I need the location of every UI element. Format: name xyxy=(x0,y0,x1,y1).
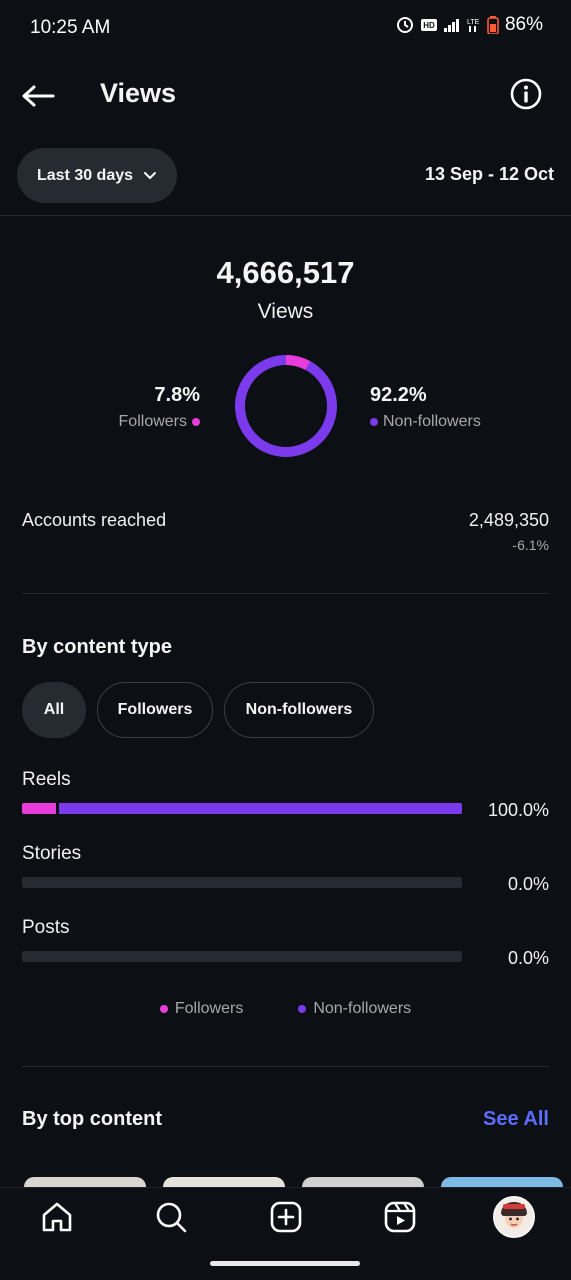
battery-percent: 86% xyxy=(504,14,543,35)
legend-non-followers-label: Non-followers xyxy=(313,1000,412,1017)
row-label-posts: Posts xyxy=(22,917,70,938)
hd-icon: HD xyxy=(420,19,437,31)
row-pct-stories: 0.0% xyxy=(507,874,549,894)
chip-non-followers[interactable]: Non-followers xyxy=(224,682,374,738)
bar-posts xyxy=(22,951,462,962)
followers-legend: Followers xyxy=(119,413,200,431)
total-views: 4,666,517 xyxy=(216,255,355,290)
legend-non-followers-dot xyxy=(298,1005,307,1013)
page-title: Views xyxy=(100,78,177,108)
svg-text:LTE: LTE xyxy=(467,19,480,26)
non-followers-dot xyxy=(370,418,378,426)
bar-reels-followers xyxy=(22,803,57,814)
nav-reels[interactable] xyxy=(381,1198,419,1236)
chevron-down-icon xyxy=(144,171,157,179)
accounts-reached-label: Accounts reached xyxy=(22,510,167,530)
date-range-dropdown-label: Last 30 days xyxy=(36,166,134,184)
row-label-stories: Stories xyxy=(22,843,82,864)
home-indicator xyxy=(210,1261,360,1266)
followers-percent: 7.8% xyxy=(154,384,200,406)
non-followers-percent: 92.2% xyxy=(370,384,427,406)
divider xyxy=(0,215,571,216)
content-type-legend: Followers Non-followers xyxy=(0,1000,571,1018)
legend-followers-dot xyxy=(159,1005,168,1013)
arrow-left-icon xyxy=(22,85,55,107)
alarm-icon xyxy=(396,17,413,33)
status-time: 10:25 AM xyxy=(30,17,111,38)
row-pct-reels: 100.0% xyxy=(487,800,549,820)
accounts-reached-change: -6.1% xyxy=(512,537,549,553)
see-all-link[interactable]: See All xyxy=(483,1108,549,1131)
signal-icon xyxy=(443,19,459,32)
nav-create[interactable] xyxy=(267,1198,305,1236)
accounts-reached-value: 2,489,350 xyxy=(468,510,549,530)
divider xyxy=(22,593,549,594)
legend-followers: Followers xyxy=(159,1000,244,1018)
info-button[interactable] xyxy=(509,77,543,111)
followers-dot xyxy=(192,418,200,426)
legend-non-followers: Non-followers xyxy=(298,1000,411,1018)
nav-search[interactable] xyxy=(152,1198,190,1236)
avatar-image xyxy=(495,1198,533,1236)
info-icon xyxy=(510,78,542,110)
plus-square-icon xyxy=(270,1201,302,1233)
search-icon xyxy=(156,1202,187,1233)
lte-icon: LTE xyxy=(467,19,480,32)
divider xyxy=(22,1066,549,1067)
legend-followers-label: Followers xyxy=(174,1000,244,1017)
row-label-reels: Reels xyxy=(22,769,71,790)
non-followers-label: Non-followers xyxy=(383,413,481,430)
bar-reels xyxy=(22,803,462,814)
date-range-dropdown[interactable]: Last 30 days xyxy=(17,148,177,203)
date-range-text: 13 Sep - 12 Oct xyxy=(424,164,554,184)
content-type-title: By content type xyxy=(22,636,173,658)
followers-donut-chart xyxy=(235,355,337,457)
svg-text:HD: HD xyxy=(423,21,435,30)
home-icon xyxy=(42,1202,72,1232)
bar-stories xyxy=(22,877,462,888)
battery-icon xyxy=(487,16,499,34)
chip-all[interactable]: All xyxy=(22,682,86,738)
donut-track xyxy=(235,355,337,457)
back-button[interactable] xyxy=(20,78,56,114)
reels-icon xyxy=(384,1201,416,1233)
views-label: Views xyxy=(257,300,314,323)
non-followers-legend: Non-followers xyxy=(370,413,481,431)
followers-label: Followers xyxy=(118,413,187,430)
bar-reels-non-followers xyxy=(56,803,462,814)
row-pct-posts: 0.0% xyxy=(507,948,549,968)
profile-avatar[interactable] xyxy=(493,1196,535,1238)
top-content-title: By top content xyxy=(22,1108,162,1130)
chip-followers[interactable]: Followers xyxy=(97,682,213,738)
status-icons: HD LTE 86% xyxy=(395,14,543,36)
nav-home[interactable] xyxy=(38,1198,76,1236)
